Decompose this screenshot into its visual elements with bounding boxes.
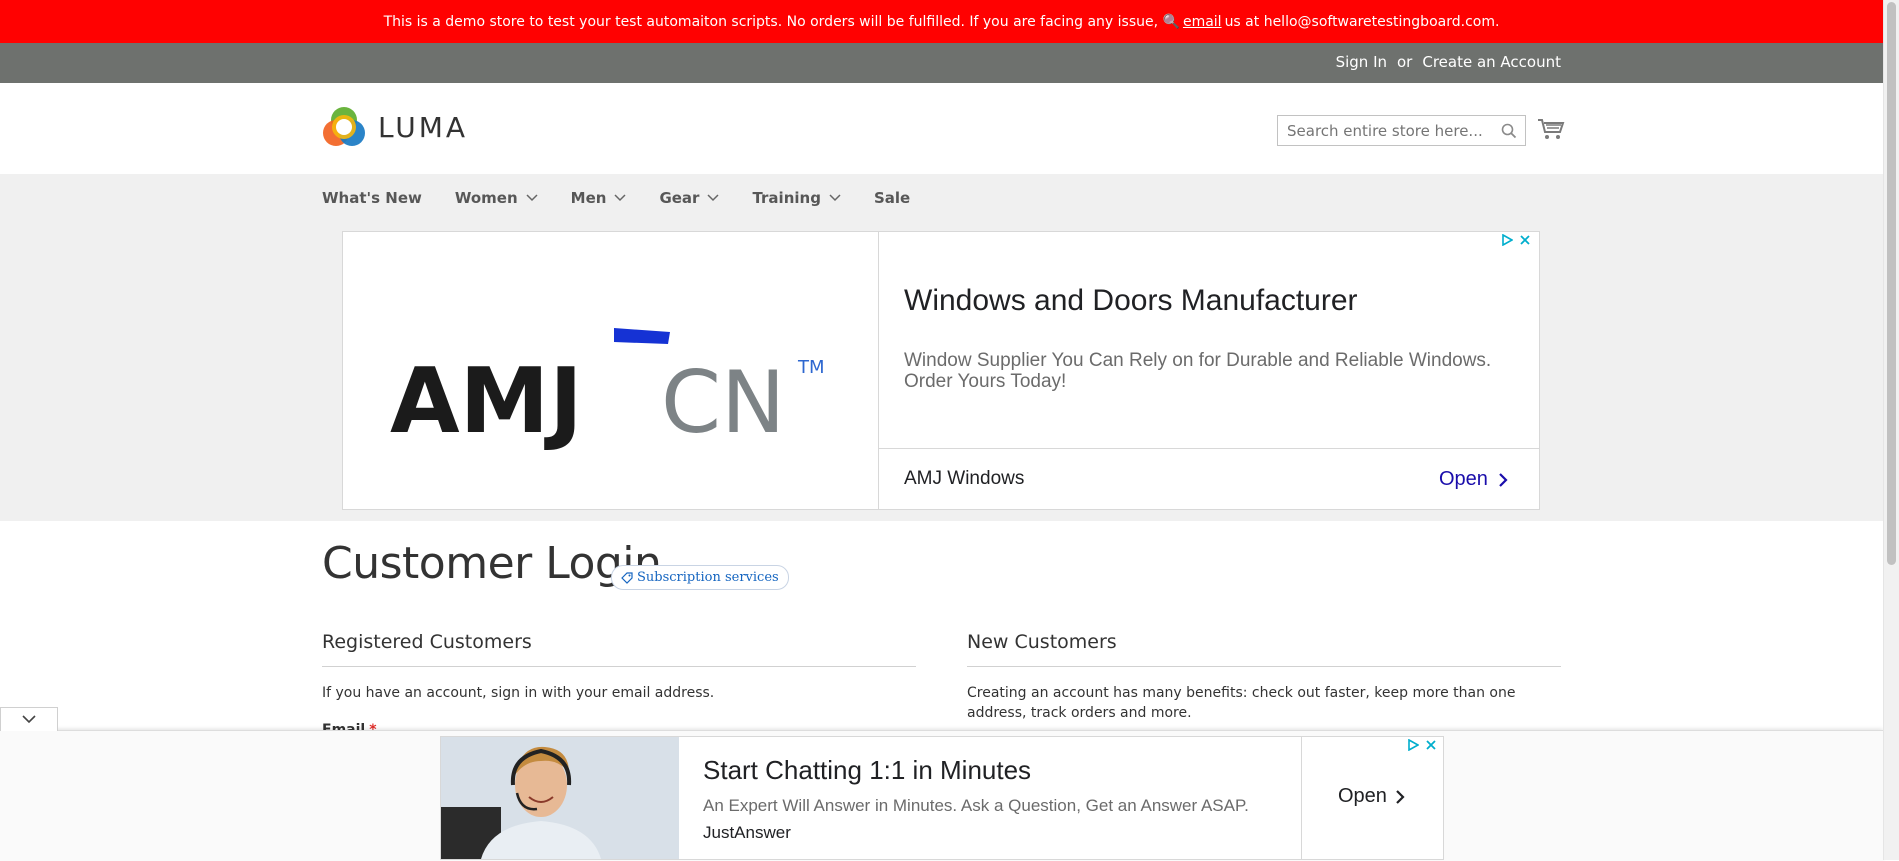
chevron-right-icon — [1396, 789, 1405, 804]
nav-item-label: Training — [752, 189, 821, 207]
collapse-ad-toggle[interactable] — [0, 707, 58, 731]
ad-advertiser[interactable]: AMJ Windows — [904, 468, 1024, 490]
ad-open-label: Open — [1439, 468, 1488, 490]
ad-open-button[interactable]: Open — [1439, 468, 1508, 491]
chevron-right-icon — [1499, 472, 1508, 487]
close-icon[interactable] — [1519, 234, 1531, 246]
ad-description[interactable]: An Expert Will Answer in Minutes. Ask a … — [703, 796, 1249, 816]
nav-item-label: Sale — [873, 189, 911, 207]
nav-item-label: Women — [454, 189, 518, 207]
ad-divider — [879, 448, 1539, 449]
section-divider — [322, 666, 916, 667]
nav-item-gear[interactable]: Gear — [659, 189, 719, 207]
logo-text: LUMA — [378, 110, 469, 144]
luma-logo-icon — [323, 107, 365, 146]
subscription-services-badge[interactable]: Subscription services — [611, 565, 789, 590]
nav-item-label: Men — [570, 189, 607, 207]
ad-description[interactable]: Window Supplier You Can Rely on for Dura… — [904, 350, 1524, 392]
display-ad-top[interactable]: AMJ CN TM Windows and Doors Manufacturer… — [342, 231, 1540, 510]
close-icon[interactable] — [1425, 739, 1437, 751]
luma-logo[interactable]: LUMA — [322, 105, 468, 149]
nav-item-men[interactable]: Men — [571, 189, 627, 207]
sign-in-link[interactable]: Sign In — [1336, 53, 1387, 71]
ad-open-button[interactable]: Open — [1338, 785, 1405, 808]
adchoices-icon[interactable] — [1501, 234, 1513, 246]
nav-item-label: What's New — [322, 189, 422, 207]
create-account-link[interactable]: Create an Account — [1422, 53, 1561, 71]
new-customers-text: Creating an account has many benefits: c… — [967, 685, 1516, 721]
amjcn-logo: AMJ CN TM — [390, 328, 825, 454]
chevron-down-icon — [22, 715, 36, 724]
logo-tm-text: TM — [797, 357, 825, 378]
nav-item-sale[interactable]: Sale — [874, 189, 910, 207]
ad-choices — [1407, 739, 1437, 751]
page-scrollbar[interactable] — [1883, 0, 1899, 860]
ad-open-label: Open — [1338, 785, 1387, 807]
nav-item-training[interactable]: Training — [752, 189, 841, 207]
chevron-down-icon — [707, 194, 719, 202]
cart-icon[interactable] — [1537, 117, 1565, 141]
new-customers-title: New Customers — [967, 631, 1117, 653]
ad-headline[interactable]: Start Chatting 1:1 in Minutes — [703, 755, 1031, 786]
display-ad-bottom[interactable]: Start Chatting 1:1 in Minutes An Expert … — [440, 736, 1444, 860]
badge-label: Subscription services — [637, 570, 779, 585]
scrollbar-thumb[interactable] — [1887, 2, 1896, 565]
email-link[interactable]: email — [1183, 14, 1222, 30]
nav-item-label: Gear — [659, 189, 700, 207]
search-placeholder: Search entire store here... — [1287, 121, 1483, 140]
demo-notice-banner: This is a demo store to test your test a… — [0, 0, 1883, 43]
nav-item-whats-new[interactable]: What's New — [322, 189, 422, 207]
section-divider — [967, 666, 1561, 667]
tag-icon — [621, 571, 633, 584]
demo-notice-text-end: us at hello@softwaretestingboard.com. — [1224, 13, 1500, 30]
ad-advertiser[interactable]: JustAnswer — [703, 823, 791, 843]
person-with-headset-image — [441, 737, 679, 859]
header-links-bar: Sign In or Create an Account — [0, 43, 1883, 83]
ad-divider — [878, 232, 879, 509]
chevron-down-icon — [526, 194, 538, 202]
chevron-down-icon — [829, 194, 841, 202]
logo-cn-text: CN — [661, 353, 785, 453]
demo-notice-text: This is a demo store to test your test a… — [383, 13, 1180, 30]
registered-customers-title: Registered Customers — [322, 631, 532, 653]
nav-item-women[interactable]: Women — [455, 189, 538, 207]
search-input[interactable]: Search entire store here... — [1277, 115, 1526, 146]
ad-headline[interactable]: Windows and Doors Manufacturer — [904, 284, 1358, 318]
or-separator: or — [1397, 53, 1413, 71]
chevron-down-icon — [614, 194, 626, 202]
logo-amj-text: AMJ — [390, 349, 583, 454]
adchoices-icon[interactable] — [1407, 739, 1419, 751]
ad-image-agent-headset[interactable] — [441, 737, 679, 859]
registered-customers-text: If you have an account, sign in with you… — [322, 685, 715, 701]
search-icon[interactable] — [1501, 123, 1517, 139]
ad-choices — [1501, 234, 1531, 246]
ad-divider — [1301, 737, 1302, 859]
